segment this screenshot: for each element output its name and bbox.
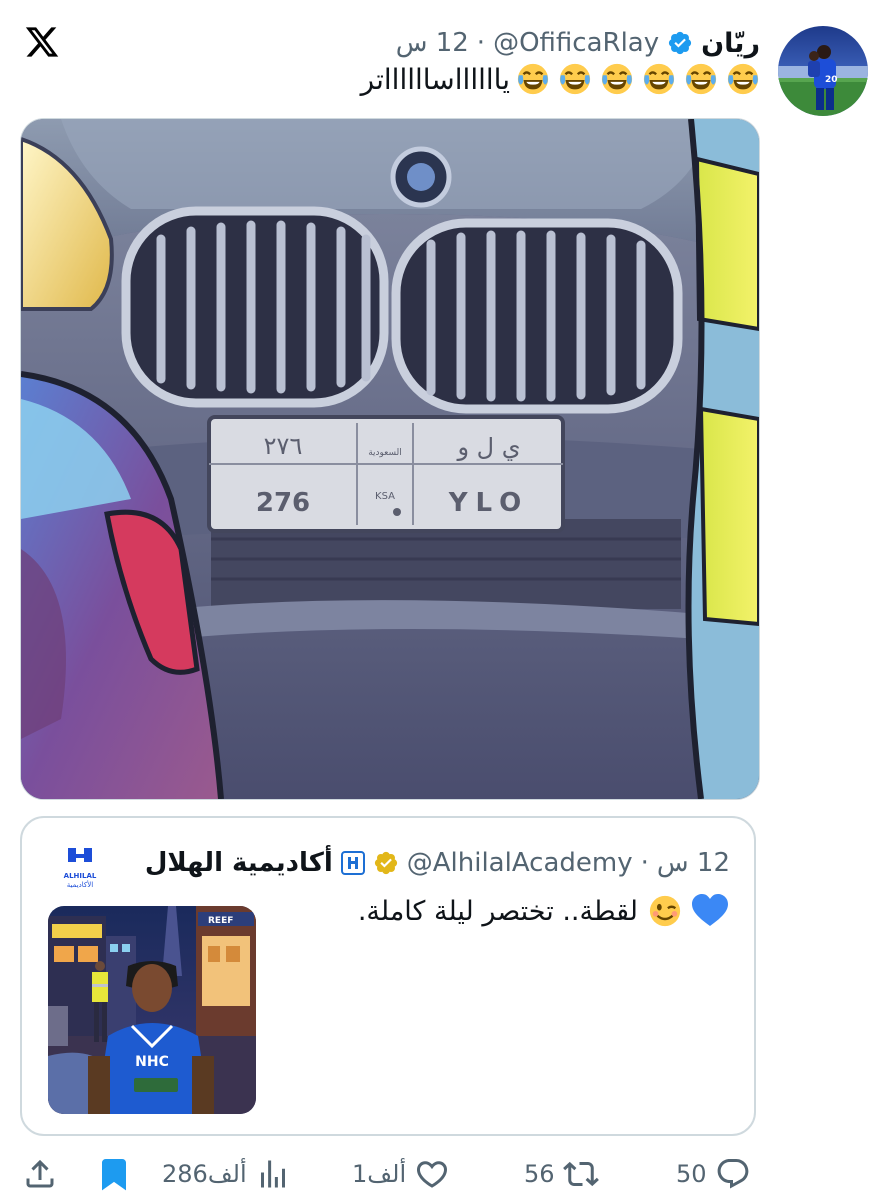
repost-count: 56 — [524, 1160, 555, 1188]
laughing-emoji-icon — [517, 63, 549, 95]
views-icon — [260, 1160, 285, 1188]
post-page: 20 ريّان @OfificaRlay · 12 س يااااااسااا… — [0, 0, 888, 1200]
laughing-emoji-icon — [643, 63, 675, 95]
gold-verified-badge-icon — [374, 851, 397, 875]
winking-face-icon — [649, 895, 681, 927]
post-time[interactable]: 12 س — [396, 28, 469, 58]
views-count: 286ألف — [162, 1160, 247, 1188]
verified-badge-icon — [669, 31, 692, 55]
separator-dot: · — [476, 28, 486, 58]
post-text: يااااااسااااااتر — [361, 62, 760, 96]
quoted-post-header: 12 س · @AlhilalAcademy أكاديمية الهلال — [145, 844, 730, 882]
laughing-emoji-icon — [727, 63, 759, 95]
post-header: ريّان @OfificaRlay · 12 س — [396, 24, 760, 62]
svg-text:20: 20 — [825, 75, 838, 85]
bookmark-action[interactable] — [96, 1154, 132, 1194]
quoted-thumb-jersey-sponsor: NHC — [135, 1054, 169, 1070]
like-icon — [417, 1161, 448, 1188]
quoted-avatar-caption-bottom: الأكاديمية — [67, 880, 93, 889]
affiliate-badge-icon — [340, 851, 365, 875]
quoted-thumb-sign: REEF — [208, 916, 233, 926]
plate-arabic-letters: ي ل و — [456, 433, 520, 461]
post-media-image[interactable]: ٢٧٦ 276 السعودية KSA ي ل و YLO — [20, 118, 760, 800]
quoted-post-media[interactable]: REEF NHC — [48, 906, 256, 1114]
quoted-post[interactable]: ALHILAL الأكاديمية 12 س · @AlhilalAcadem… — [20, 816, 756, 1136]
post-action-bar: 50 56 1ألف 286ألف — [0, 1148, 888, 1200]
plate-arabic-number: ٢٧٦ — [264, 432, 303, 460]
author-handle[interactable]: @OfificaRlay — [493, 28, 659, 58]
post-text-body: يااااااسااااااتر — [360, 62, 510, 96]
repost-icon — [562, 1161, 599, 1187]
repost-action[interactable]: 56 — [524, 1154, 599, 1194]
author-display-name[interactable]: ريّان — [701, 28, 760, 59]
quoted-post-text: لقطة.. تختصر ليلة كاملة. — [358, 894, 728, 928]
quoted-avatar-caption-top: ALHILAL — [64, 872, 97, 880]
bookmark-icon — [102, 1159, 126, 1191]
reply-count: 50 — [676, 1160, 707, 1188]
plate-number: 276 — [256, 488, 310, 518]
author-avatar[interactable]: 20 — [778, 26, 868, 116]
quoted-author-display-name[interactable]: أكاديمية الهلال — [145, 848, 333, 878]
plate-country-arabic: السعودية — [368, 448, 402, 458]
like-count: 1ألف — [352, 1160, 407, 1188]
plate-country: KSA — [375, 491, 395, 502]
laughing-emoji-icon — [601, 63, 633, 95]
quoted-post-text-body: لقطة.. تختصر ليلة كاملة. — [357, 895, 638, 927]
laughing-emoji-icon — [685, 63, 717, 95]
reply-action[interactable]: 50 — [676, 1154, 751, 1194]
laughing-emoji-icon — [559, 63, 591, 95]
plate-letters: YLO — [448, 488, 530, 518]
like-action[interactable]: 1ألف — [352, 1154, 450, 1194]
reply-icon — [717, 1159, 748, 1189]
quoted-post-time[interactable]: 12 س — [657, 848, 730, 878]
quoted-author-handle[interactable]: @AlhilalAcademy — [407, 848, 633, 878]
x-logo-icon[interactable] — [24, 24, 60, 60]
share-icon — [26, 1159, 54, 1188]
laughing-emoji-row — [516, 62, 760, 96]
separator-dot: · — [640, 848, 649, 878]
quoted-author-avatar[interactable]: ALHILAL الأكاديمية — [60, 846, 100, 890]
views-action[interactable]: 286ألف — [162, 1154, 291, 1194]
share-action[interactable] — [22, 1154, 58, 1194]
blue-heart-icon — [692, 894, 728, 926]
